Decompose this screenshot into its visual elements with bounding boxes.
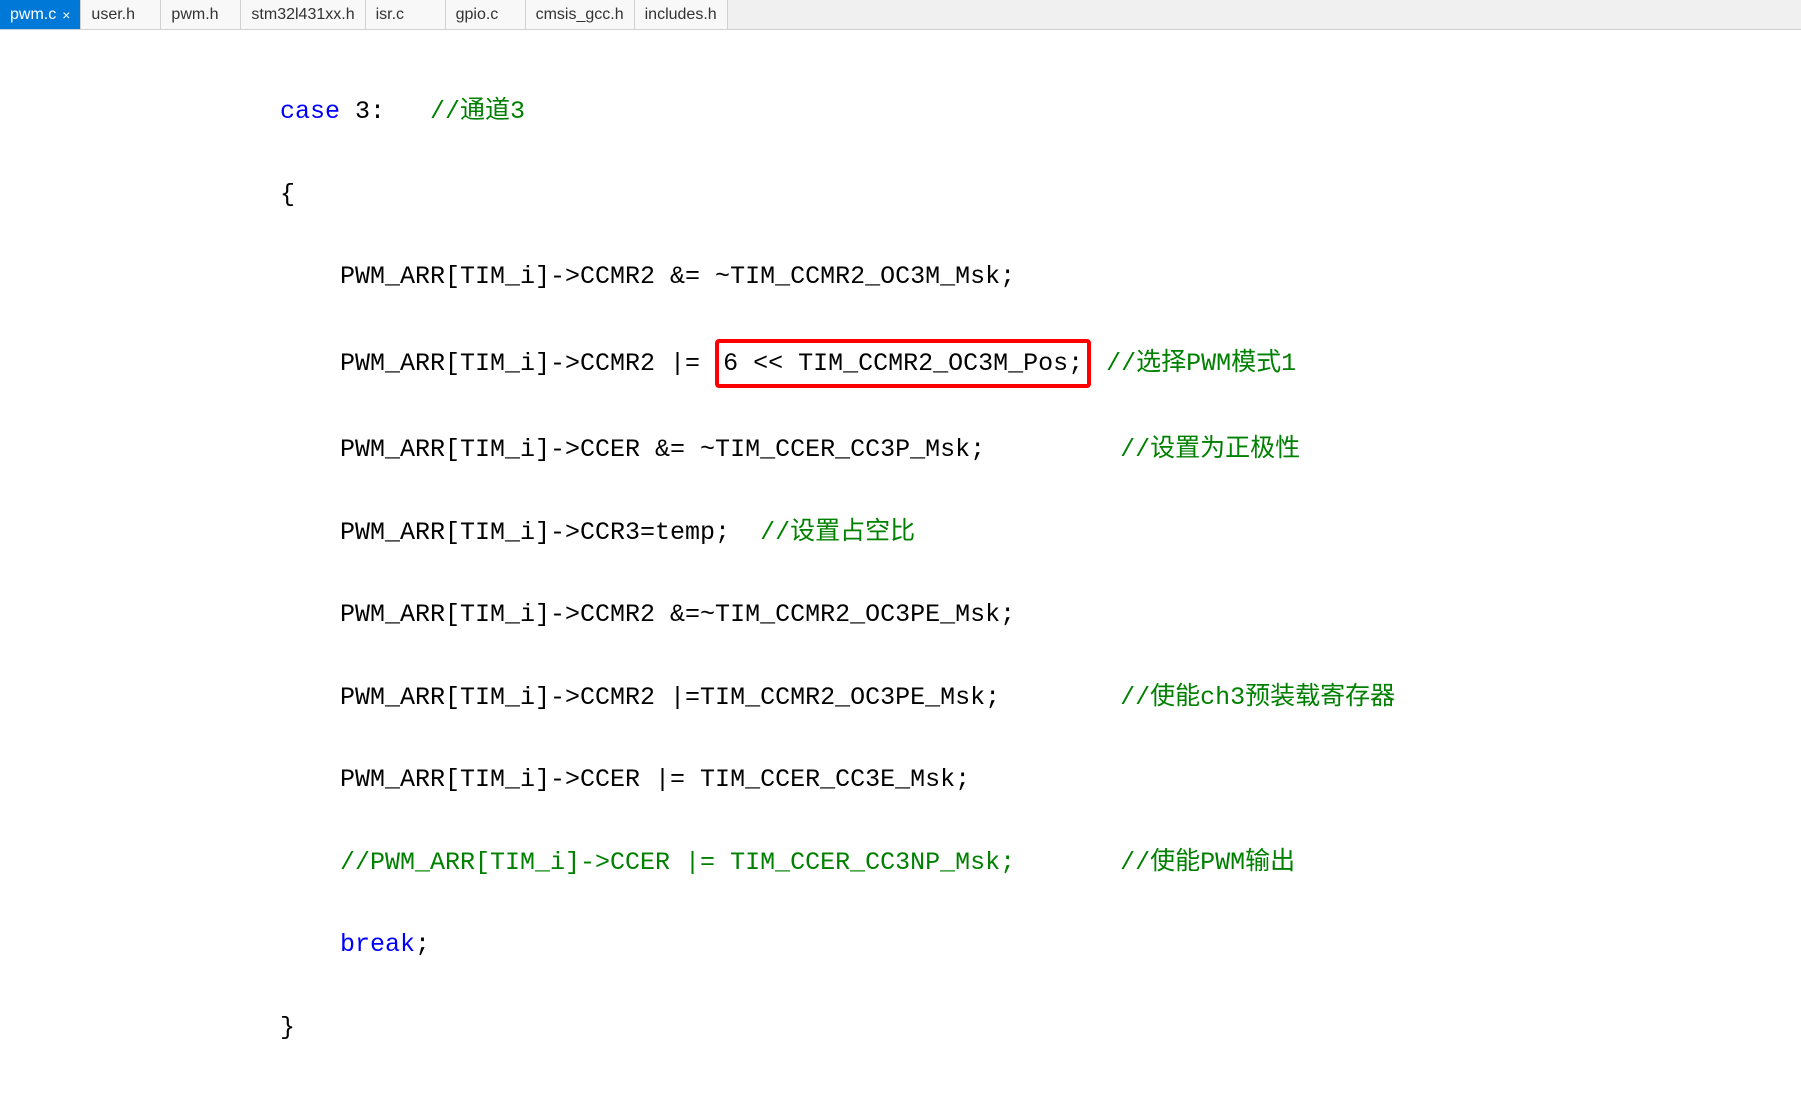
code-comment: //设置为正极性: [1120, 435, 1300, 464]
code-line: {: [0, 174, 1801, 215]
code-text: PWM_ARR[TIM_i]->CCMR2 |=: [340, 349, 715, 378]
tab-includes-h[interactable]: includes.h: [635, 0, 728, 29]
code-line: break;: [0, 924, 1801, 965]
tab-label: cmsis_gcc.h: [536, 6, 624, 24]
close-icon[interactable]: ×: [62, 7, 70, 23]
code-comment: //通道3: [430, 97, 525, 126]
code-line: PWM_ARR[TIM_i]->CCER &= ~TIM_CCER_CC3P_M…: [0, 429, 1801, 470]
code-line: PWM_ARR[TIM_i]->CCMR2 |= 6 << TIM_CCMR2_…: [0, 339, 1801, 388]
code-text: PWM_ARR[TIM_i]->CCER |= TIM_CCER_CC3E_Ms…: [340, 765, 970, 794]
code-line: PWM_ARR[TIM_i]->CCMR2 &=~TIM_CCMR2_OC3PE…: [0, 594, 1801, 635]
code-text: PWM_ARR[TIM_i]->CCMR2 &= ~TIM_CCMR2_OC3M…: [340, 262, 1015, 291]
code-comment: //选择PWM模式1: [1091, 349, 1296, 378]
code-editor[interactable]: case 3: //通道3 { PWM_ARR[TIM_i]->CCMR2 &=…: [0, 30, 1801, 1099]
code-line: PWM_ARR[TIM_i]->CCR3=temp; //设置占空比: [0, 512, 1801, 553]
code-text: PWM_ARR[TIM_i]->CCER &= ~TIM_CCER_CC3P_M…: [340, 435, 1120, 464]
tab-pwm-h[interactable]: pwm.h: [161, 0, 241, 29]
tab-label: pwm.h: [171, 6, 218, 24]
code-line: PWM_ARR[TIM_i]->CCER |= TIM_CCER_CC3E_Ms…: [0, 759, 1801, 800]
tab-cmsis-gcc-h[interactable]: cmsis_gcc.h: [526, 0, 635, 29]
code-line: }: [0, 1007, 1801, 1048]
code-comment: //使能ch3预装载寄存器: [1120, 683, 1395, 712]
code-text: {: [280, 180, 295, 209]
code-text: PWM_ARR[TIM_i]->CCR3=temp;: [340, 518, 760, 547]
code-line: //PWM_ARR[TIM_i]->CCER |= TIM_CCER_CC3NP…: [0, 842, 1801, 883]
code-text: :: [370, 97, 430, 126]
keyword-case: case: [280, 97, 340, 126]
code-comment: //PWM_ARR[TIM_i]->CCER |= TIM_CCER_CC3NP…: [340, 848, 1295, 877]
code-text: 6 << TIM_CCMR2_OC3M_Pos;: [723, 349, 1083, 378]
tab-isr-c[interactable]: isr.c: [366, 0, 446, 29]
tab-label: includes.h: [645, 6, 717, 24]
tab-stm32l431xx-h[interactable]: stm32l431xx.h: [241, 0, 365, 29]
tab-user-h[interactable]: user.h: [81, 0, 161, 29]
tab-gpio-c[interactable]: gpio.c: [446, 0, 526, 29]
code-line: PWM_ARR[TIM_i]->CCMR2 |=TIM_CCMR2_OC3PE_…: [0, 677, 1801, 718]
keyword-break: break: [340, 930, 415, 959]
tab-label: isr.c: [376, 6, 404, 24]
tab-label: pwm.c: [10, 6, 56, 24]
code-text: ;: [415, 930, 430, 959]
tab-label: gpio.c: [456, 6, 499, 24]
code-line: case 3: //通道3: [0, 91, 1801, 132]
code-text: 3: [340, 97, 370, 126]
tab-pwm-c[interactable]: pwm.c ×: [0, 0, 81, 29]
tab-label: stm32l431xx.h: [251, 6, 354, 24]
code-text: PWM_ARR[TIM_i]->CCMR2 |=TIM_CCMR2_OC3PE_…: [340, 683, 1120, 712]
tab-label: user.h: [91, 6, 135, 24]
tab-bar: pwm.c × user.h pwm.h stm32l431xx.h isr.c…: [0, 0, 1801, 30]
code-comment: //设置占空比: [760, 518, 915, 547]
code-line: PWM_ARR[TIM_i]->CCMR2 &= ~TIM_CCMR2_OC3M…: [0, 256, 1801, 297]
highlighted-code: 6 << TIM_CCMR2_OC3M_Pos;: [715, 339, 1091, 388]
code-text: }: [280, 1013, 295, 1042]
